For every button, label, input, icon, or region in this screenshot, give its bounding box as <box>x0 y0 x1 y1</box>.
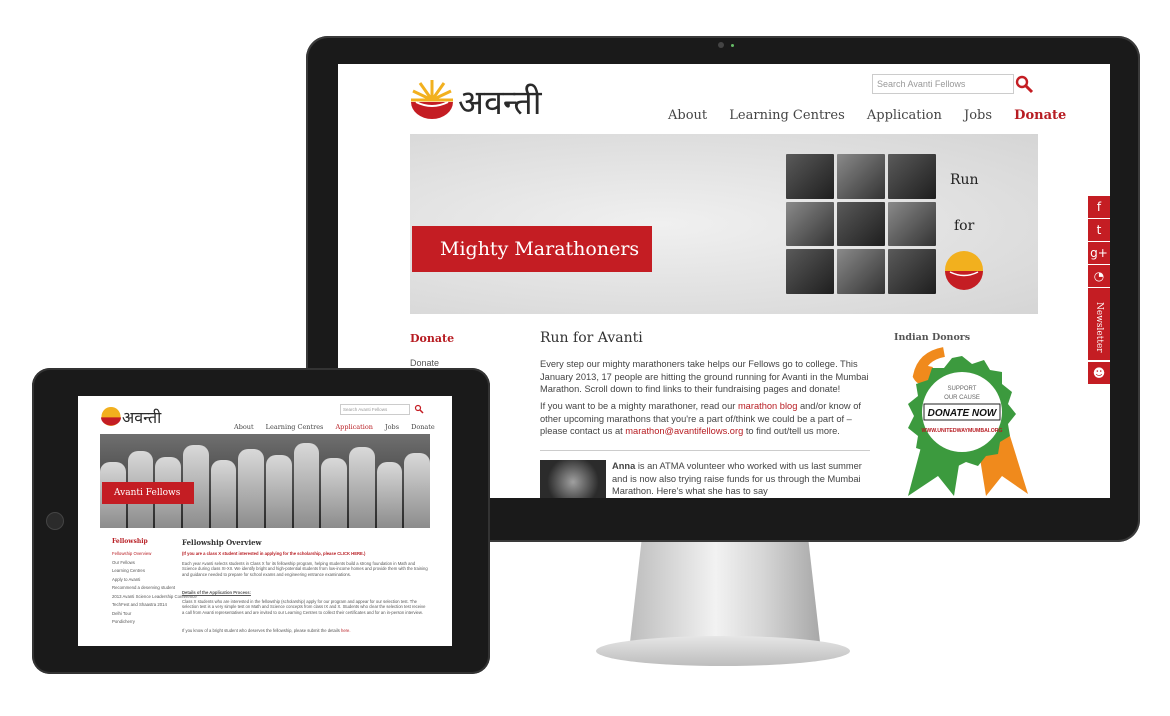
nav-jobs[interactable]: Jobs <box>964 108 992 123</box>
badge-url-text: WWW.UNITEDWAYMUMBAI.ORG <box>921 428 1002 434</box>
runner-photo <box>888 154 936 199</box>
marathon-blog-link[interactable]: marathon blog <box>738 401 797 411</box>
sidebar-title: Fellowship <box>112 538 148 545</box>
google-plus-icon[interactable]: g+ <box>1088 242 1110 264</box>
banner-title: Avanti Fellows <box>102 482 194 504</box>
twitter-icon[interactable]: t <box>1088 219 1110 241</box>
sidebar-item-donate[interactable]: Donate <box>410 358 439 368</box>
badge-support-text: SUPPORT <box>948 386 977 392</box>
page-title: Run for Avanti <box>540 330 643 346</box>
avanti-logo-icon[interactable] <box>410 78 454 120</box>
hero-banner: Mighty Marathoners Run for <box>410 134 1038 314</box>
runner-photo-grid <box>786 154 936 294</box>
anna-paragraph: Anna is an ATMA volunteer who worked wit… <box>612 460 876 498</box>
intro-paragraph: Each year Avanti selects students in Cla… <box>182 561 428 577</box>
site-logo-text[interactable]: अवन्ती <box>122 406 161 428</box>
runner-photo <box>786 249 834 294</box>
runner-photo <box>888 201 936 247</box>
tablet-home-button[interactable] <box>46 512 64 530</box>
nav-about[interactable]: About <box>668 108 707 123</box>
nav-donate[interactable]: Donate <box>411 423 435 431</box>
webcam-icon <box>718 42 724 48</box>
intro-paragraph: Every step our mighty marathoners take h… <box>540 359 869 394</box>
anna-name: Anna <box>612 461 636 471</box>
avanti-sun-icon <box>945 251 983 290</box>
runner-photo <box>786 201 834 247</box>
banner-title: Mighty Marathoners <box>412 226 652 272</box>
banner-for-text: for <box>954 218 975 234</box>
community-icon[interactable]: ☻ <box>1088 362 1110 384</box>
runner-photo <box>786 154 834 199</box>
fellows-photo <box>100 434 430 528</box>
newsletter-label: Newsletter <box>1094 302 1104 353</box>
nav-application[interactable]: Application <box>335 423 372 431</box>
badge-cause-text: OUR CAUSE <box>944 395 980 401</box>
avanti-logo-icon[interactable] <box>100 406 122 426</box>
email-link[interactable]: marathon@avantifellows.org <box>625 426 743 436</box>
nav-application[interactable]: Application <box>867 108 942 123</box>
apply-note-link[interactable]: (If you are a class X student interested… <box>182 551 428 556</box>
page-title: Fellowship Overview <box>182 538 262 547</box>
refer-text: If you know of a bright student who dese… <box>182 628 341 633</box>
runner-photo <box>837 249 885 294</box>
nav-learning-centres[interactable]: Learning Centres <box>266 423 324 431</box>
search-icon[interactable] <box>414 404 424 414</box>
runner-photo <box>837 154 885 199</box>
divider <box>540 450 870 451</box>
rss-icon[interactable]: ◔ <box>1088 265 1110 287</box>
search-input[interactable]: Search Avanti Fellows <box>872 74 1014 94</box>
sidebar-title: Donate <box>410 332 455 345</box>
sidebar-item[interactable]: Pondicherry <box>112 618 197 627</box>
nav-donate[interactable]: Donate <box>1014 108 1066 123</box>
nav-learning-centres[interactable]: Learning Centres <box>729 108 844 123</box>
contact-text: If you want to be a mighty marathoner, r… <box>540 401 738 411</box>
fellows-banner: Avanti Fellows <box>100 434 430 528</box>
refer-paragraph: If you know of a bright student who dese… <box>182 628 428 633</box>
anna-photo <box>540 460 606 498</box>
site-logo-text[interactable]: अवन्ती <box>458 78 542 124</box>
monitor-stand-neck <box>630 542 820 642</box>
search-icon[interactable] <box>1014 74 1034 94</box>
monitor-stand-base <box>596 636 850 666</box>
process-paragraph: Class X students who are interested in t… <box>182 599 426 615</box>
refer-link[interactable]: here. <box>341 628 351 633</box>
donate-now-badge[interactable]: SUPPORT OUR CAUSE DONATE NOW WWW.UNITEDW… <box>894 346 1030 498</box>
facebook-icon[interactable]: f <box>1088 196 1110 218</box>
process-subheading: Details of the Application Process: <box>182 590 251 595</box>
nav-jobs[interactable]: Jobs <box>385 423 399 431</box>
contact-paragraph: If you want to be a mighty marathoner, r… <box>540 400 876 438</box>
badge-donate-text: DONATE NOW <box>928 408 998 419</box>
banner-run-text: Run <box>950 172 979 188</box>
contact-text: to find out/tell us more. <box>743 426 840 436</box>
webcam-led-icon <box>731 44 734 47</box>
runner-photo <box>837 201 885 247</box>
indian-donors-title: Indian Donors <box>894 332 971 343</box>
main-nav: About Learning Centres Application Jobs … <box>668 108 1084 123</box>
newsletter-tab[interactable]: Newsletter <box>1088 288 1110 360</box>
search-input[interactable]: Search Avanti Fellows <box>340 404 410 415</box>
tablet-screen: अवन्ती Search Avanti Fellows About Learn… <box>78 396 452 646</box>
nav-about[interactable]: About <box>234 423 254 431</box>
runner-photo <box>888 249 936 294</box>
anna-text: is an ATMA volunteer who worked with us … <box>612 461 862 496</box>
main-nav: About Learning Centres Application Jobs … <box>234 423 445 431</box>
